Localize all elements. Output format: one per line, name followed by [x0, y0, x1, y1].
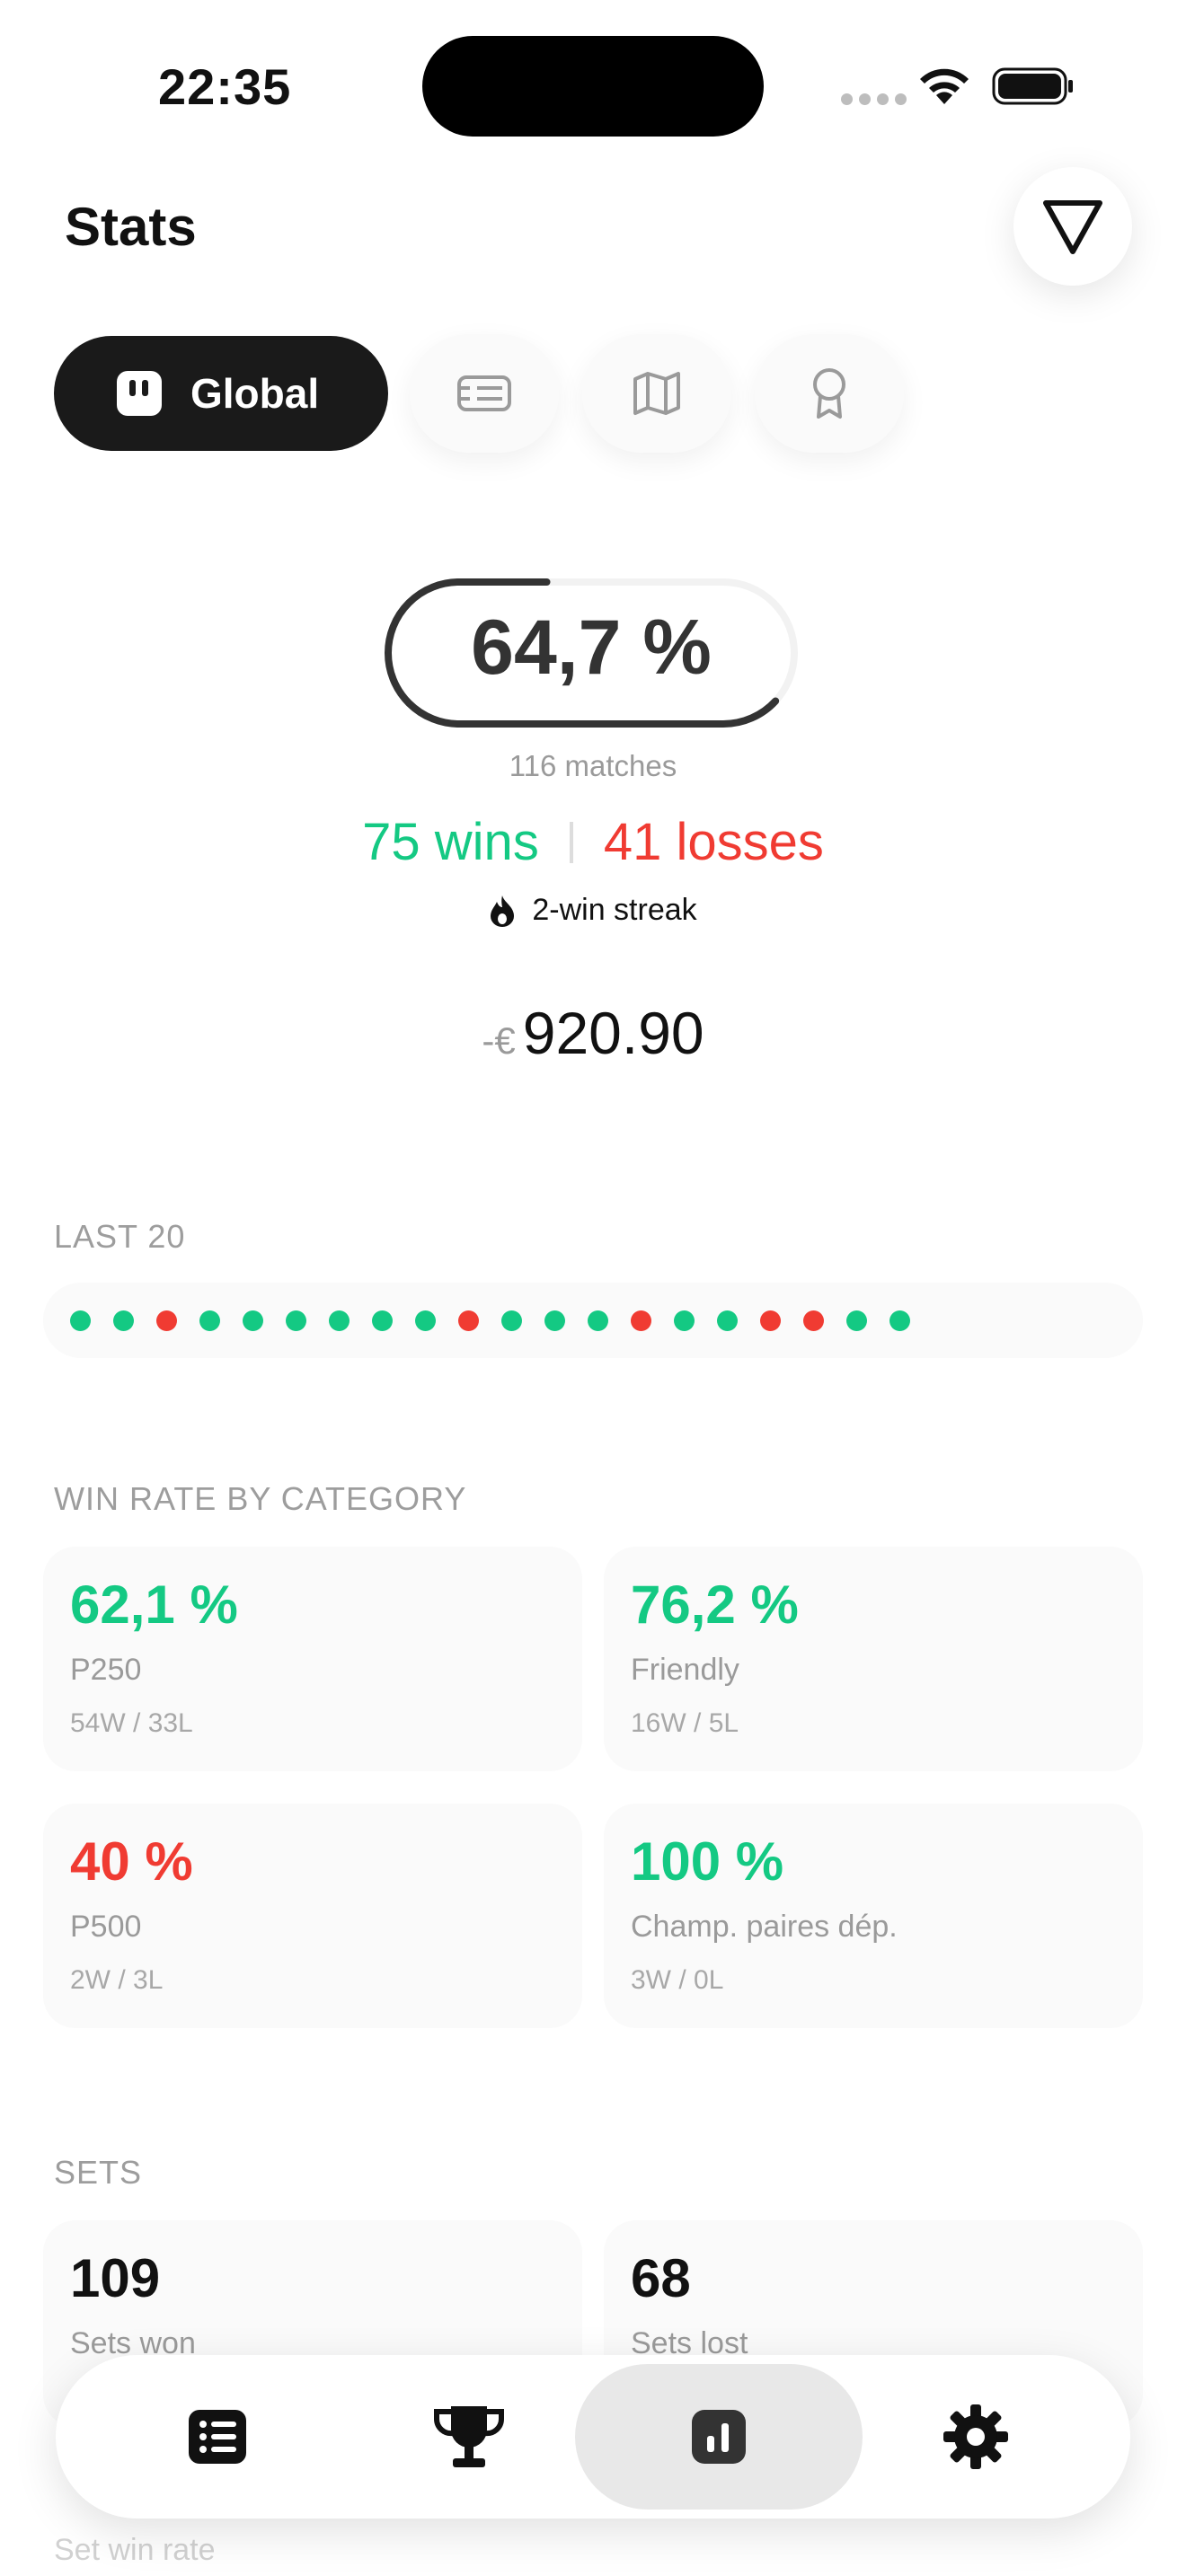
result-dot-win	[588, 1310, 608, 1331]
list-icon	[189, 2410, 246, 2464]
category-heading: WIN RATE BY CATEGORY	[54, 1480, 467, 1517]
map-icon	[633, 372, 680, 415]
matches-count: 116 matches	[509, 749, 677, 782]
result-dot-win	[286, 1310, 306, 1331]
result-dot-win	[501, 1310, 522, 1331]
dynamic-island	[422, 36, 764, 137]
gear-icon	[943, 2404, 1008, 2469]
win-rate-value: 64,7 %	[471, 604, 712, 691]
result-dot-win	[199, 1310, 220, 1331]
wins-losses: 75 wins 41 losses	[0, 812, 1186, 872]
sets-won-value: 109	[70, 2248, 161, 2308]
sets-heading: SETS	[54, 2154, 143, 2191]
result-dot-loss	[156, 1310, 177, 1331]
award-icon	[813, 368, 845, 419]
global-icon	[117, 371, 162, 416]
category-name: P500	[70, 1910, 142, 1944]
result-dot-loss	[631, 1310, 651, 1331]
last20-strip	[43, 1283, 1143, 1358]
filter-button[interactable]	[1013, 167, 1132, 286]
result-dot-win	[70, 1310, 91, 1331]
result-dot-win	[243, 1310, 263, 1331]
money-balance: -€ 920.90	[0, 999, 1186, 1067]
category-record: 3W / 0L	[631, 1965, 724, 1995]
status-time: 22:35	[158, 58, 292, 115]
result-dot-win	[544, 1310, 565, 1331]
result-dot-loss	[760, 1310, 781, 1331]
category-rate: 62,1 %	[70, 1575, 238, 1635]
wins-count: 75 wins	[362, 813, 539, 871]
result-dot-win	[890, 1310, 910, 1331]
category-rate: 100 %	[631, 1831, 784, 1892]
category-name: P250	[70, 1653, 142, 1687]
stats-icon	[692, 2410, 746, 2464]
result-dot-win	[717, 1310, 738, 1331]
divider	[569, 821, 573, 863]
category-name: Friendly	[631, 1653, 739, 1687]
result-dot-win	[372, 1310, 393, 1331]
category-name: Champ. paires dép.	[631, 1910, 898, 1944]
battery-icon	[992, 67, 1073, 105]
last20-heading: LAST 20	[54, 1218, 186, 1255]
flame-icon	[491, 895, 515, 927]
category-record: 16W / 5L	[631, 1708, 739, 1738]
category-rate: 40 %	[70, 1831, 193, 1892]
wifi-icon	[920, 68, 969, 104]
category-card[interactable]: 40 % P500 2W / 3L	[43, 1804, 582, 2028]
result-dot-win	[113, 1310, 134, 1331]
page-title: Stats	[65, 197, 197, 257]
result-dot-win	[674, 1310, 695, 1331]
tab-tournaments[interactable]	[410, 334, 559, 453]
cellular-signal-icon	[841, 93, 907, 105]
category-card[interactable]: 100 % Champ. paires dép. 3W / 0L	[604, 1804, 1143, 2028]
tab-tournaments-bar[interactable]	[415, 2355, 523, 2519]
category-card[interactable]: 76,2 % Friendly 16W / 5L	[604, 1547, 1143, 1771]
sets-lost-value: 68	[631, 2248, 691, 2308]
money-prefix: -€	[482, 1019, 516, 1062]
tab-awards[interactable]	[755, 334, 904, 453]
result-dot-loss	[803, 1310, 824, 1331]
tab-global[interactable]: Global	[54, 336, 388, 451]
tab-global-label: Global	[190, 370, 320, 417]
tab-settings[interactable]	[922, 2355, 1030, 2519]
result-dot-win	[415, 1310, 436, 1331]
filter-triangle-icon	[1043, 200, 1102, 254]
category-record: 2W / 3L	[70, 1965, 164, 1995]
tab-matches[interactable]	[164, 2355, 271, 2519]
category-rate: 76,2 %	[631, 1575, 799, 1635]
streak-text: 2-win streak	[532, 893, 697, 927]
bottom-tab-bar	[56, 2355, 1130, 2519]
result-dot-win	[329, 1310, 350, 1331]
set-win-rate-label: Set win rate	[54, 2533, 216, 2567]
trophy-icon	[433, 2406, 505, 2467]
category-record: 54W / 33L	[70, 1708, 193, 1738]
category-card[interactable]: 62,1 % P250 54W / 33L	[43, 1547, 582, 1771]
streak-badge: 2-win streak	[0, 893, 1186, 928]
tab-map[interactable]	[582, 334, 731, 453]
result-dot-win	[846, 1310, 867, 1331]
result-dot-loss	[458, 1310, 479, 1331]
list-card-icon	[457, 375, 511, 411]
losses-count: 41 losses	[603, 813, 824, 871]
tab-stats[interactable]	[665, 2355, 773, 2519]
money-value: 920.90	[522, 1000, 704, 1066]
